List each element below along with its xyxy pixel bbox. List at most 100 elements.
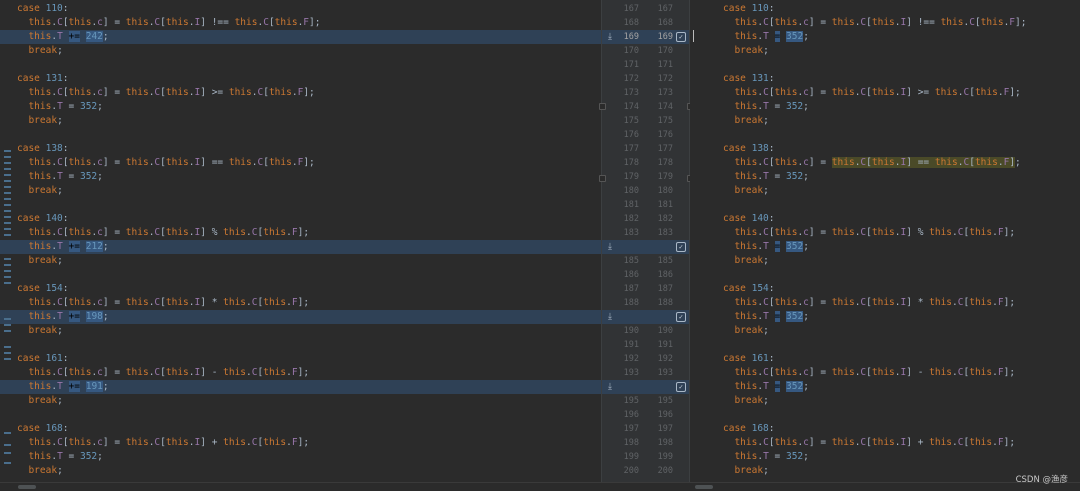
change-marker[interactable] xyxy=(4,282,11,284)
code-line[interactable] xyxy=(0,338,601,352)
change-marker[interactable] xyxy=(4,276,11,278)
code-line[interactable]: this.C[this.c] = this.C[this.I] - this.C… xyxy=(690,366,1080,380)
code-line[interactable]: break; xyxy=(690,114,1080,128)
code-line[interactable]: this.C[this.c] = this.C[this.I] + this.C… xyxy=(690,436,1080,450)
change-marker[interactable] xyxy=(4,234,11,236)
code-line[interactable]: this.C[this.c] = this.C[this.I] == this.… xyxy=(0,156,601,170)
change-marker[interactable] xyxy=(4,228,11,230)
code-line[interactable]: this.C[this.c] = this.C[this.I] !== this… xyxy=(0,16,601,30)
code-line[interactable]: break; xyxy=(0,394,601,408)
change-marker[interactable] xyxy=(4,432,11,434)
code-line[interactable]: case 131: xyxy=(0,72,601,86)
code-line[interactable]: this.T = 352; xyxy=(0,450,601,464)
code-line[interactable]: case 161: xyxy=(0,352,601,366)
change-marker[interactable] xyxy=(4,174,11,176)
code-line[interactable]: case 168: xyxy=(0,422,601,436)
accept-change-icon[interactable]: ⤓ xyxy=(608,30,612,44)
change-marker[interactable] xyxy=(4,168,11,170)
code-line[interactable]: case 110: xyxy=(690,2,1080,16)
code-line[interactable]: this.C[this.c] = this.C[this.I] * this.C… xyxy=(690,296,1080,310)
code-line[interactable]: break; xyxy=(0,464,601,478)
change-marker[interactable] xyxy=(4,204,11,206)
code-line[interactable]: case 154: xyxy=(0,282,601,296)
change-marker[interactable] xyxy=(4,270,11,272)
code-line[interactable]: this.T = 352; xyxy=(690,170,1080,184)
code-line[interactable]: this.C[this.c] = this.C[this.I] !== this… xyxy=(690,16,1080,30)
code-line[interactable]: this.T = 352; xyxy=(690,310,1080,324)
code-line[interactable]: this.C[this.c] = this.C[this.I] - this.C… xyxy=(0,366,601,380)
code-line[interactable]: this.C[this.c] = this.C[this.I] * this.C… xyxy=(0,296,601,310)
code-line[interactable]: break; xyxy=(0,114,601,128)
code-line[interactable]: case 140: xyxy=(0,212,601,226)
checkbox-icon[interactable]: ✓ xyxy=(676,32,686,42)
code-line[interactable]: this.T = 352; xyxy=(690,450,1080,464)
code-line[interactable]: this.T = 352; xyxy=(690,100,1080,114)
code-line[interactable]: this.T = 352; xyxy=(690,240,1080,254)
code-line[interactable]: this.T = 352; xyxy=(690,30,1080,44)
code-line[interactable]: this.T += 242; xyxy=(0,30,601,44)
code-line[interactable]: this.T += 198; xyxy=(0,310,601,324)
code-line[interactable]: this.T = 352; xyxy=(690,380,1080,394)
code-line[interactable] xyxy=(0,198,601,212)
change-marker[interactable] xyxy=(4,318,11,320)
code-line[interactable]: case 131: xyxy=(690,72,1080,86)
code-line[interactable]: case 154: xyxy=(690,282,1080,296)
code-line[interactable]: case 110: xyxy=(0,2,601,16)
code-line[interactable]: case 161: xyxy=(690,352,1080,366)
code-line[interactable]: this.T += 212; xyxy=(0,240,601,254)
change-marker[interactable] xyxy=(4,210,11,212)
code-line[interactable]: this.T = 352; xyxy=(0,100,601,114)
code-line[interactable]: break; xyxy=(0,184,601,198)
change-marker[interactable] xyxy=(4,462,11,464)
code-line[interactable]: this.T += 191; xyxy=(0,380,601,394)
change-marker[interactable] xyxy=(4,258,11,260)
code-line[interactable]: case 168: xyxy=(690,422,1080,436)
left-diff-pane[interactable]: case 110: this.C[this.c] = this.C[this.I… xyxy=(0,0,601,482)
change-marker[interactable] xyxy=(4,180,11,182)
code-line[interactable] xyxy=(0,58,601,72)
change-marker[interactable] xyxy=(4,150,11,152)
code-line[interactable]: break; xyxy=(690,254,1080,268)
code-line[interactable]: this.C[this.c] = this.C[this.I] == this.… xyxy=(690,156,1080,170)
code-line[interactable] xyxy=(0,408,601,422)
code-line[interactable]: break; xyxy=(0,324,601,338)
code-line[interactable]: this.C[this.c] = this.C[this.I] + this.C… xyxy=(0,436,601,450)
change-marker[interactable] xyxy=(4,156,11,158)
accept-change-icon[interactable]: ⤓ xyxy=(608,240,612,254)
code-line[interactable] xyxy=(0,128,601,142)
right-scroll-thumb[interactable] xyxy=(695,485,713,489)
code-line[interactable] xyxy=(0,268,601,282)
code-line[interactable] xyxy=(690,408,1080,422)
code-line[interactable]: break; xyxy=(690,394,1080,408)
code-line[interactable]: break; xyxy=(690,324,1080,338)
change-marker[interactable] xyxy=(4,358,11,360)
change-marker[interactable] xyxy=(4,264,11,266)
code-line[interactable]: this.C[this.c] = this.C[this.I] % this.C… xyxy=(690,226,1080,240)
change-marker[interactable] xyxy=(4,216,11,218)
code-line[interactable]: case 138: xyxy=(690,142,1080,156)
checkbox-icon[interactable]: ✓ xyxy=(676,312,686,322)
code-line[interactable] xyxy=(690,58,1080,72)
change-marker[interactable] xyxy=(4,162,11,164)
code-line[interactable] xyxy=(690,338,1080,352)
code-line[interactable]: this.C[this.c] = this.C[this.I] % this.C… xyxy=(0,226,601,240)
change-marker[interactable] xyxy=(4,186,11,188)
change-marker[interactable] xyxy=(4,198,11,200)
change-marker[interactable] xyxy=(4,330,11,332)
code-line[interactable]: case 138: xyxy=(0,142,601,156)
accept-change-icon[interactable]: ⤓ xyxy=(608,310,612,324)
code-line[interactable]: this.C[this.c] = this.C[this.I] >= this.… xyxy=(690,86,1080,100)
code-line[interactable]: break; xyxy=(0,254,601,268)
change-marker[interactable] xyxy=(4,346,11,348)
change-marker[interactable] xyxy=(4,192,11,194)
code-line[interactable]: break; xyxy=(690,184,1080,198)
accept-change-icon[interactable]: ⤓ xyxy=(608,380,612,394)
change-marker[interactable] xyxy=(4,324,11,326)
code-line[interactable] xyxy=(690,128,1080,142)
code-line[interactable]: this.C[this.c] = this.C[this.I] >= this.… xyxy=(0,86,601,100)
change-marker[interactable] xyxy=(4,352,11,354)
right-diff-pane[interactable]: case 110: this.C[this.c] = this.C[this.I… xyxy=(690,0,1080,482)
checkbox-icon[interactable]: ✓ xyxy=(676,242,686,252)
code-line[interactable]: case 140: xyxy=(690,212,1080,226)
checkbox-icon[interactable]: ✓ xyxy=(676,382,686,392)
